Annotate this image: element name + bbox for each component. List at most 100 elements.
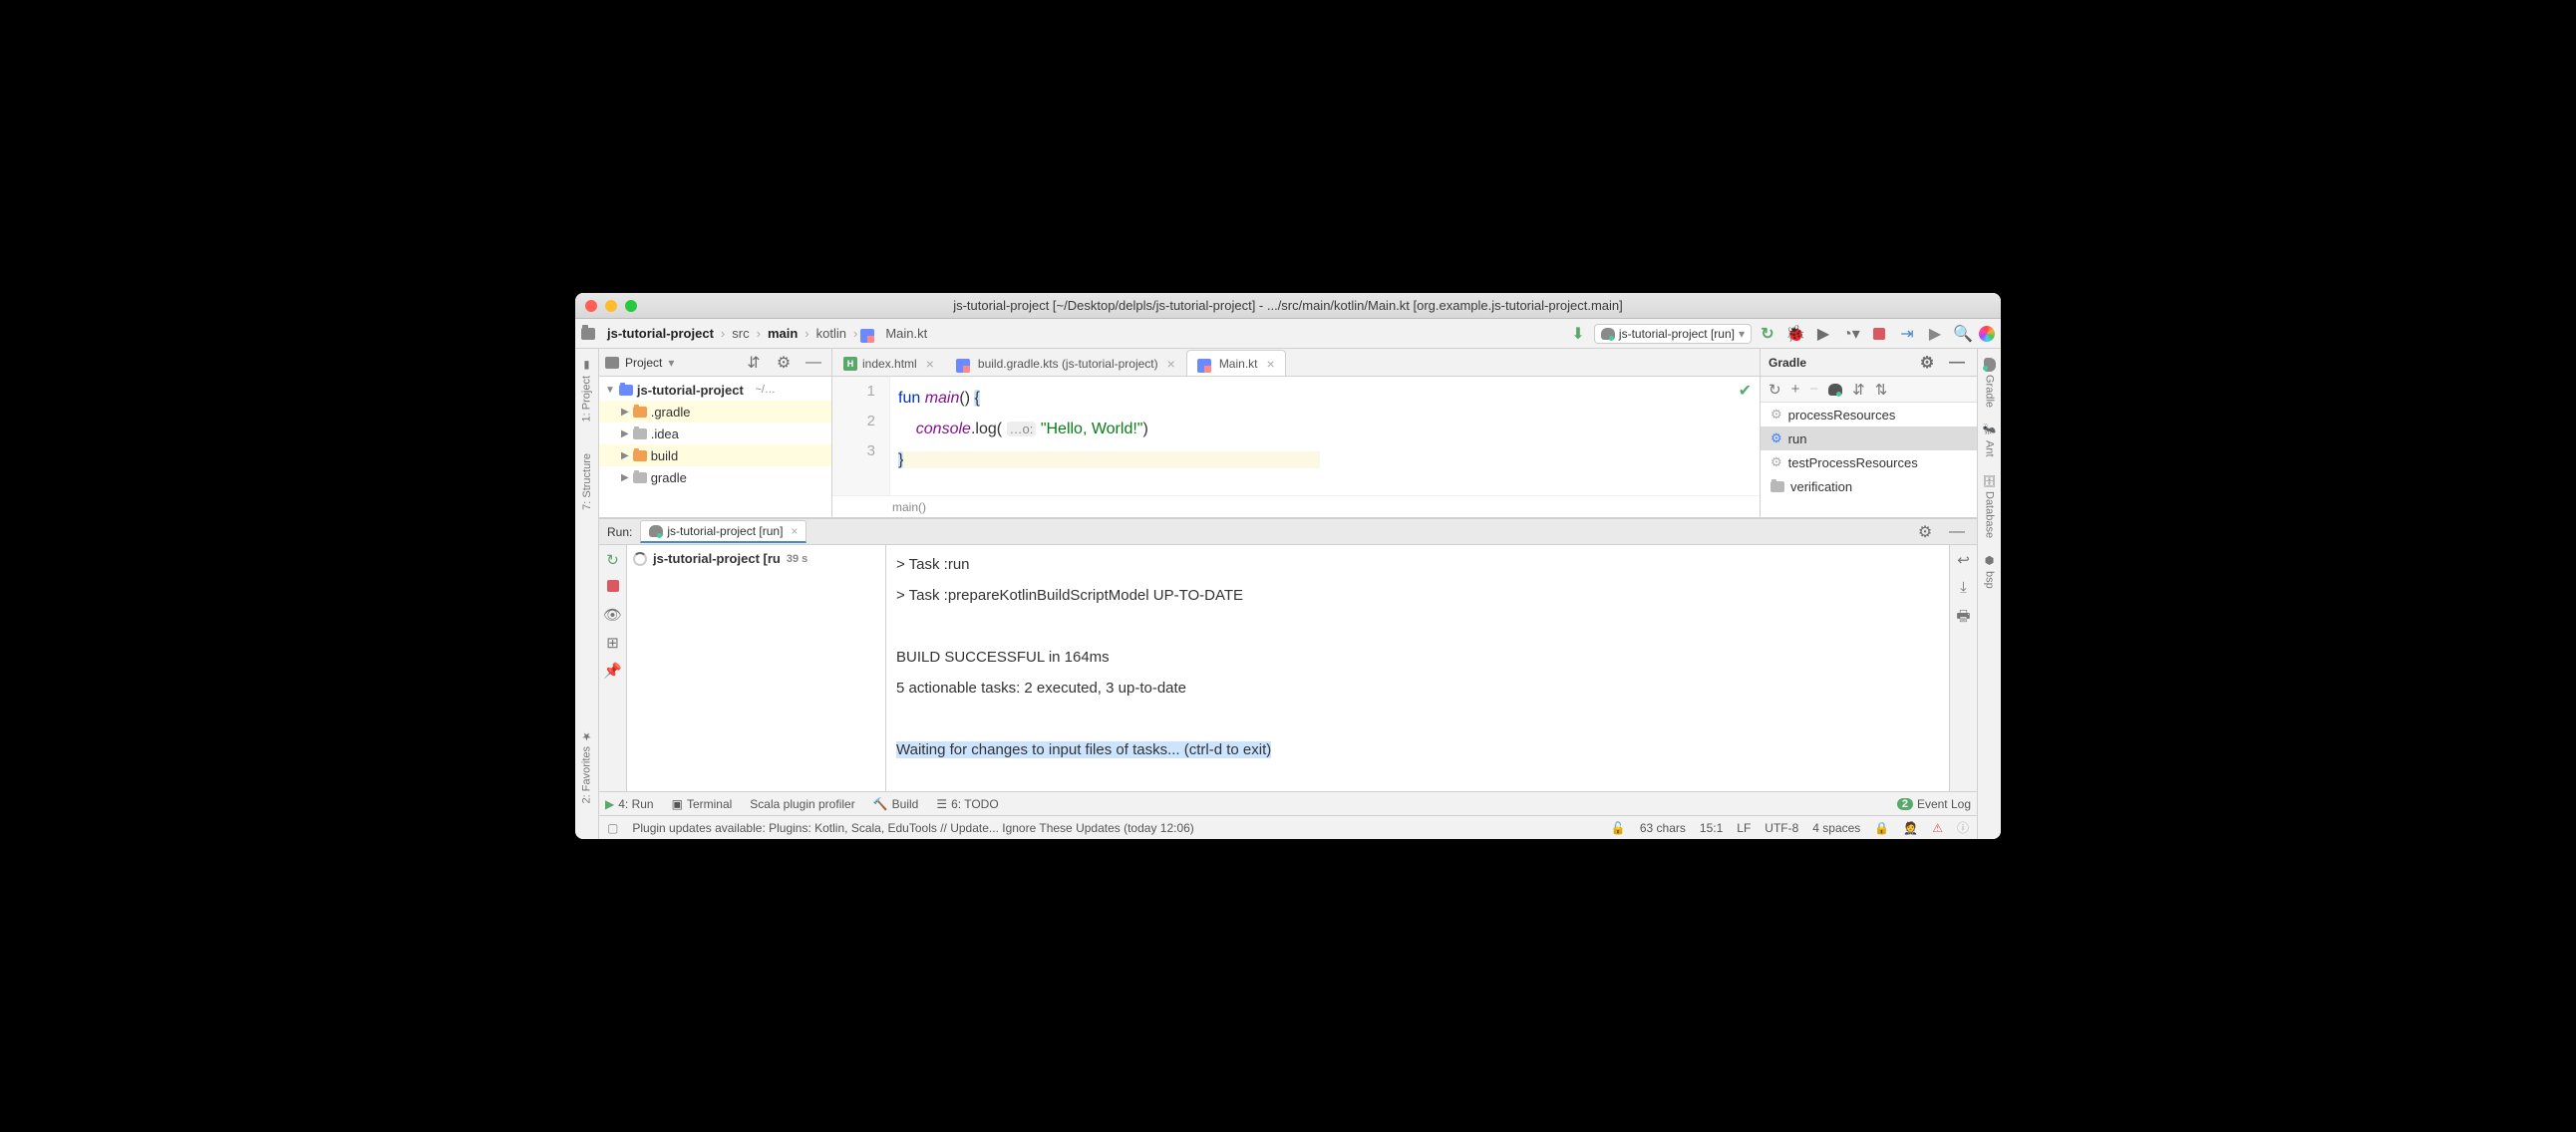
code-content[interactable]: fun main() { console.log( …o: "Hello, Wo…: [890, 377, 1760, 495]
tab-scala-profiler[interactable]: Scala plugin profiler: [750, 797, 854, 811]
breadcrumb-file[interactable]: Main.kt: [881, 324, 931, 343]
warning-icon[interactable]: ⚠: [1932, 821, 1943, 835]
run-tab[interactable]: js-tutorial-project [run] ×: [640, 520, 806, 543]
info-icon[interactable]: ⓘ: [1957, 819, 1969, 836]
tab-todo[interactable]: ☰6: TODO: [936, 797, 998, 811]
status-icon[interactable]: ▢: [607, 821, 618, 835]
soft-wrap-icon[interactable]: ↩: [1957, 551, 1970, 569]
gear-icon[interactable]: ⚙: [1918, 354, 1936, 372]
tab-main-kt[interactable]: Main.kt×: [1186, 350, 1286, 376]
close-icon[interactable]: [585, 300, 597, 312]
lock-icon[interactable]: 🔓: [1611, 821, 1626, 835]
breadcrumb-src[interactable]: src: [728, 324, 753, 343]
close-icon[interactable]: ×: [926, 356, 934, 372]
attach-button[interactable]: ⇥: [1898, 325, 1916, 343]
chevron-down-icon[interactable]: ▾: [668, 356, 674, 370]
remove-icon[interactable]: −: [1809, 381, 1818, 398]
close-icon[interactable]: ×: [1267, 356, 1275, 372]
collapse-icon[interactable]: ⇵: [745, 354, 763, 372]
run-anything-button[interactable]: ▶: [1926, 325, 1944, 343]
task-process-resources[interactable]: ⚙processResources: [1761, 403, 1977, 426]
task-run[interactable]: ⚙run: [1761, 426, 1977, 450]
stop-button[interactable]: [1870, 325, 1888, 343]
scroll-icon[interactable]: ⤓: [1960, 579, 1967, 596]
tree-root[interactable]: ▼ js-tutorial-project ~/…: [599, 379, 831, 401]
chevron-icon: ›: [853, 326, 857, 341]
tab-terminal[interactable]: ▣Terminal: [672, 797, 733, 811]
breadcrumb-kotlin[interactable]: kotlin: [812, 324, 850, 343]
tab-favorites[interactable]: 2: Favorites★: [578, 723, 595, 809]
gradle-task-list[interactable]: ⚙processResources ⚙run ⚙testProcessResou…: [1761, 403, 1977, 517]
chevron-down-icon: ▼: [605, 385, 615, 396]
gear-icon[interactable]: ⚙: [775, 354, 793, 372]
show-button[interactable]: 👁: [603, 606, 622, 624]
tab-project[interactable]: 1: Project▮: [578, 353, 595, 427]
tree-item-idea-dir[interactable]: ▶.idea: [599, 423, 831, 444]
tab-run[interactable]: ▶4: Run: [605, 797, 654, 811]
console-output[interactable]: > Task :run > Task :prepareKotlinBuildSc…: [886, 545, 1949, 791]
status-line-separator[interactable]: LF: [1737, 821, 1751, 835]
task-test-process-resources[interactable]: ⚙testProcessResources: [1761, 450, 1977, 474]
hide-icon[interactable]: —: [1948, 523, 1966, 541]
build-icon[interactable]: ⬇: [1569, 325, 1587, 343]
status-indent[interactable]: 4 spaces: [1812, 821, 1860, 835]
layout-button[interactable]: ⊞: [606, 634, 619, 652]
line-number: 1: [832, 383, 889, 413]
gear-icon: ⚙: [1771, 430, 1782, 446]
zoom-icon[interactable]: [625, 300, 637, 312]
window-title: js-tutorial-project [~/Desktop/delpls/js…: [575, 298, 2001, 313]
rerun-button[interactable]: ↻: [606, 551, 619, 569]
add-icon[interactable]: +: [1791, 381, 1800, 398]
run-tree[interactable]: js-tutorial-project [ru 39 s: [627, 545, 886, 791]
kotlin-file-icon: [1197, 359, 1211, 373]
highlighted-line: Waiting for changes to input files of ta…: [896, 741, 1271, 758]
tab-event-log[interactable]: 2Event Log: [1897, 797, 1971, 811]
breadcrumb-root[interactable]: js-tutorial-project: [603, 324, 718, 343]
refresh-icon[interactable]: ↻: [1769, 381, 1781, 399]
run-tree-item[interactable]: js-tutorial-project [ru 39 s: [633, 551, 879, 566]
tab-bsp[interactable]: ⬢bsp: [1981, 548, 1998, 595]
stop-button[interactable]: [607, 579, 619, 596]
debug-button[interactable]: 🐞: [1786, 325, 1804, 343]
coverage-button[interactable]: ▶: [1814, 325, 1832, 343]
close-icon[interactable]: ×: [791, 524, 798, 538]
run-button[interactable]: ↻: [1759, 325, 1776, 343]
pin-button[interactable]: 📌: [603, 662, 622, 680]
minimize-icon[interactable]: [605, 300, 617, 312]
chevron-icon: ›: [805, 326, 808, 341]
lock-icon[interactable]: 🔒: [1874, 821, 1889, 835]
run-config-selector[interactable]: js-tutorial-project [run] ▾: [1594, 324, 1752, 344]
inspector-icon[interactable]: 🤵: [1903, 821, 1918, 835]
collapse-icon[interactable]: ⇅: [1875, 381, 1888, 399]
editor-breadcrumb[interactable]: main(): [832, 495, 1760, 517]
ide-logo-icon[interactable]: [1979, 326, 1995, 342]
tab-database[interactable]: 🗄Database: [1981, 467, 1998, 544]
gradle-icon[interactable]: [1828, 384, 1842, 396]
expand-icon[interactable]: ⇵: [1852, 381, 1865, 399]
tree-item-gradle-dir[interactable]: ▶.gradle: [599, 401, 831, 423]
task-group-verification[interactable]: verification: [1761, 474, 1977, 498]
hide-icon[interactable]: —: [1948, 354, 1966, 372]
tree-item-gradle-wrapper[interactable]: ▶gradle: [599, 466, 831, 488]
status-message[interactable]: Plugin updates available: Plugins: Kotli…: [632, 821, 1193, 835]
project-tree[interactable]: ▼ js-tutorial-project ~/… ▶.gradle ▶.ide…: [599, 377, 831, 517]
search-icon[interactable]: 🔍: [1954, 325, 1972, 343]
tab-build[interactable]: 🔨Build: [873, 797, 919, 811]
tab-index-html[interactable]: Hindex.html×: [832, 350, 945, 376]
profile-button[interactable]: ◔▾: [1842, 325, 1860, 343]
tab-ant[interactable]: 🐜Ant: [1981, 418, 1998, 463]
tab-structure[interactable]: 7: Structure: [579, 447, 595, 516]
breadcrumb-main[interactable]: main: [764, 324, 802, 343]
tab-gradle[interactable]: Gradle: [1981, 353, 1999, 414]
inspection-ok-icon[interactable]: ✔: [1739, 381, 1752, 401]
folder-icon: [1771, 481, 1784, 492]
close-icon[interactable]: ×: [1167, 356, 1175, 372]
status-encoding[interactable]: UTF-8: [1765, 821, 1798, 835]
code-editor[interactable]: 1 2 3 fun main() { console.log( …o: "Hel…: [832, 377, 1760, 495]
status-position[interactable]: 15:1: [1700, 821, 1723, 835]
print-icon[interactable]: 🖶: [1956, 606, 1970, 631]
tab-build-gradle[interactable]: build.gradle.kts (js-tutorial-project)×: [945, 350, 1186, 376]
tree-item-build-dir[interactable]: ▶build: [599, 444, 831, 466]
gear-icon[interactable]: ⚙: [1916, 523, 1934, 541]
hide-icon[interactable]: —: [805, 354, 822, 372]
